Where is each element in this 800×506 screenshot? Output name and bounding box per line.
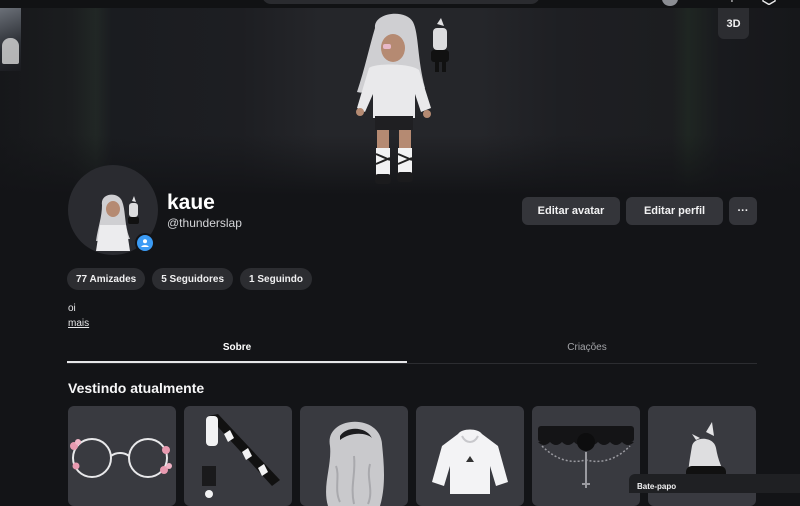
currently-wearing-title: Vestindo atualmente xyxy=(68,380,205,396)
edit-avatar-button[interactable]: Editar avatar xyxy=(522,197,620,225)
add-icon[interactable]: + xyxy=(725,0,739,5)
profile-stats: 77 Amizades 5 Seguidores 1 Seguindo xyxy=(67,268,312,290)
robux-icon[interactable] xyxy=(762,0,776,5)
chat-bar[interactable]: Bate-papo xyxy=(629,474,800,493)
following-count-chip[interactable]: 1 Seguindo xyxy=(240,268,312,290)
glasses-icon xyxy=(70,438,172,478)
top-nav-bar: + xyxy=(0,0,800,8)
username: @thunderslap xyxy=(167,216,242,230)
profile-bio: oi xyxy=(68,303,76,314)
more-options-button[interactable]: ··· xyxy=(729,197,757,225)
wearing-item-hoodie[interactable] xyxy=(416,406,524,506)
wearing-item-choker[interactable] xyxy=(532,406,640,506)
bio-more-link[interactable]: mais xyxy=(68,318,89,329)
friends-count-chip[interactable]: 77 Amizades xyxy=(67,268,146,290)
choker-icon xyxy=(538,426,634,488)
tab-creations[interactable]: Criações xyxy=(417,333,757,362)
side-thumbnail[interactable] xyxy=(0,8,21,71)
display-name: kaue xyxy=(167,191,215,214)
profile-tabs: Sobre Criações xyxy=(67,333,757,364)
online-status-badge xyxy=(135,233,155,253)
wearing-item-bat[interactable] xyxy=(184,406,292,506)
avatar-3d-render[interactable] xyxy=(345,8,450,191)
followers-count-chip[interactable]: 5 Seguidores xyxy=(152,268,234,290)
edit-profile-button[interactable]: Editar perfil xyxy=(626,197,723,225)
wearing-item-hair[interactable] xyxy=(300,406,408,506)
active-tab-indicator xyxy=(67,361,407,363)
user-avatar-icon[interactable] xyxy=(662,0,678,6)
search-bar[interactable] xyxy=(262,0,540,4)
wearing-item-glasses[interactable] xyxy=(68,406,176,506)
hoodie-icon xyxy=(432,429,508,494)
hair-icon xyxy=(326,421,384,506)
person-icon xyxy=(141,239,149,247)
toggle-3d-button[interactable]: 3D xyxy=(718,8,749,39)
tab-about[interactable]: Sobre xyxy=(67,333,407,362)
bat-icon xyxy=(202,414,280,498)
